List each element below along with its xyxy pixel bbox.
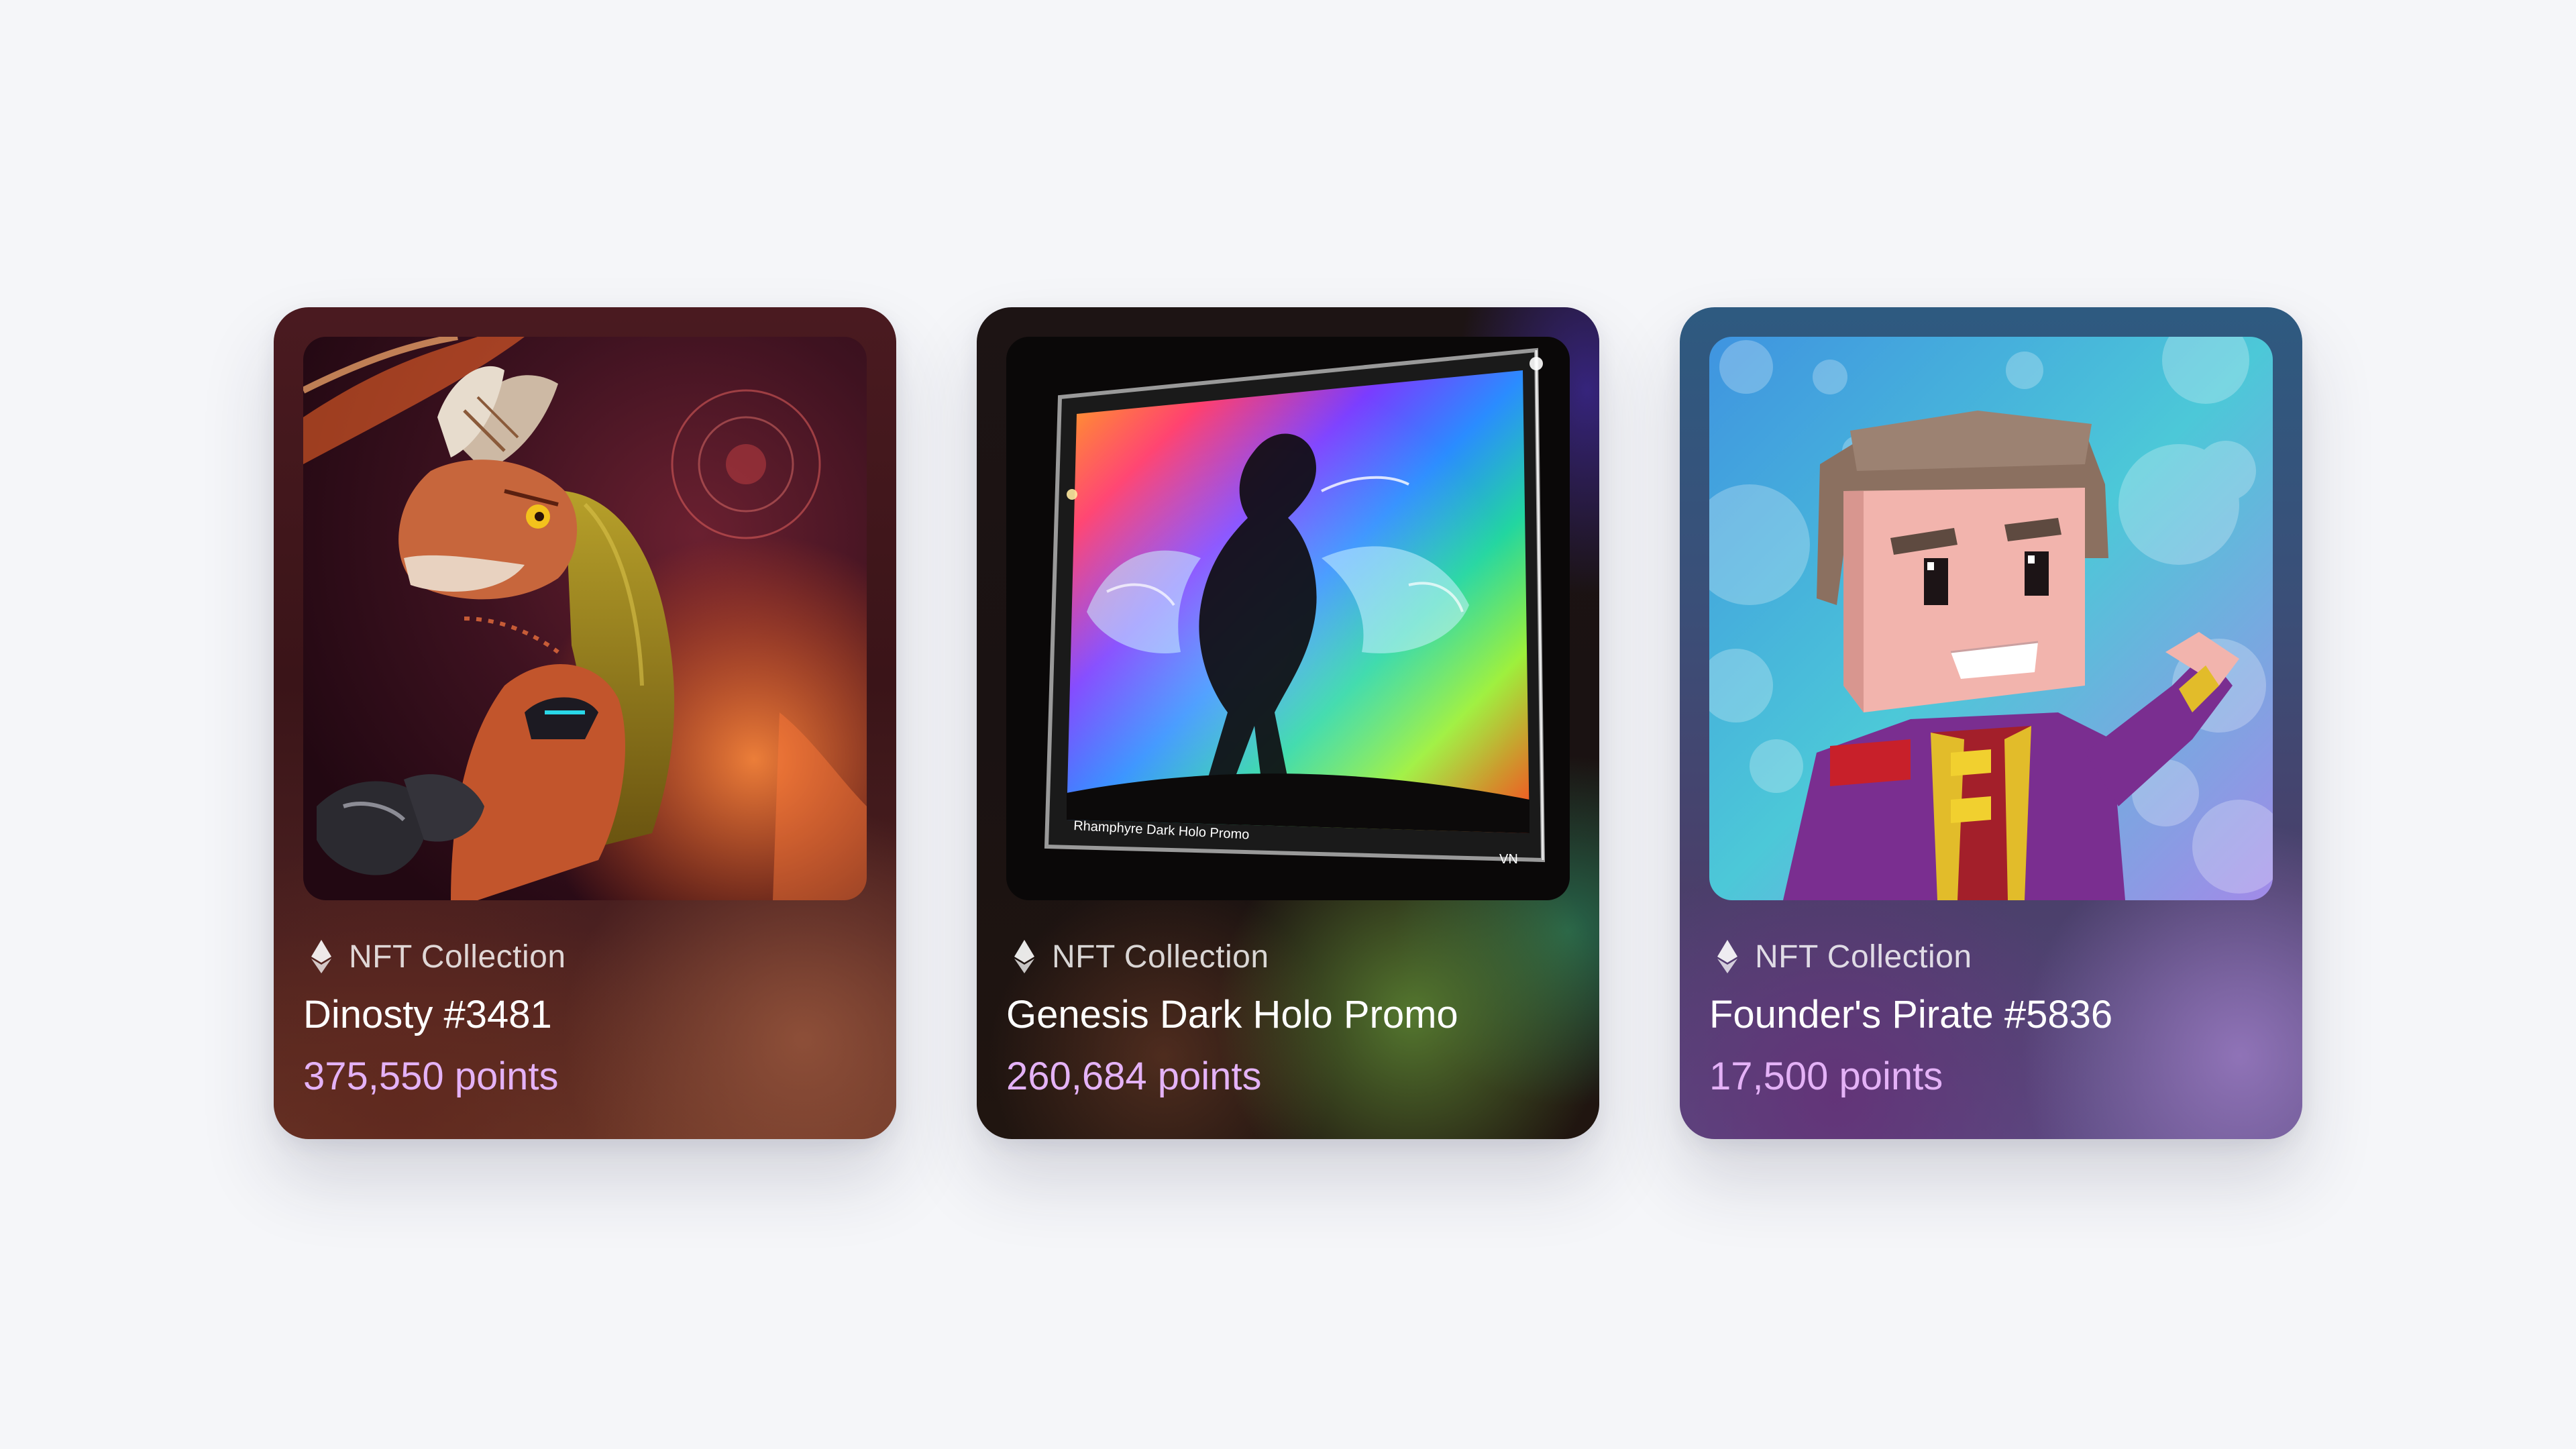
nft-card-founders-pirate[interactable]: NFT Collection Founder's Pirate #5836 17…	[1680, 307, 2302, 1139]
card-meta: NFT Collection Founder's Pirate #5836 17…	[1709, 936, 2273, 1100]
nft-card-dinosty[interactable]: NFT Collection Dinosty #3481 375,550 poi…	[274, 307, 896, 1139]
nft-artwork-holo-dragon[interactable]: Rhamphyre Dark Holo Promo VN	[1006, 337, 1570, 900]
nft-title: Genesis Dark Holo Promo	[1006, 993, 1458, 1036]
card-meta: NFT Collection Genesis Dark Holo Promo 2…	[1006, 936, 1570, 1100]
nft-artwork-dinosaur[interactable]	[303, 337, 867, 900]
collection-label: NFT Collection	[1755, 938, 1972, 975]
collection-row: NFT Collection	[303, 936, 867, 977]
nft-artwork-voxel-pirate[interactable]	[1709, 337, 2273, 900]
points-value: 260,684 points	[1006, 1055, 1262, 1098]
collection-row: NFT Collection	[1006, 936, 1570, 977]
collection-label: NFT Collection	[349, 938, 566, 975]
ethereum-icon	[311, 940, 331, 973]
points-value: 375,550 points	[303, 1055, 559, 1098]
art-corner-mark: VN	[1499, 852, 1518, 867]
collection-label: NFT Collection	[1052, 938, 1269, 975]
points-value: 17,500 points	[1709, 1055, 1943, 1098]
ethereum-icon	[1014, 940, 1034, 973]
nft-card-gallery: NFT Collection Dinosty #3481 375,550 poi…	[0, 0, 2576, 1449]
nft-title: Dinosty #3481	[303, 993, 552, 1036]
collection-row: NFT Collection	[1709, 936, 2273, 977]
nft-card-genesis-dark-holo[interactable]: Rhamphyre Dark Holo Promo VN NFT Collect…	[977, 307, 1599, 1139]
card-meta: NFT Collection Dinosty #3481 375,550 poi…	[303, 936, 867, 1100]
nft-title: Founder's Pirate #5836	[1709, 993, 2113, 1036]
ethereum-icon	[1717, 940, 1737, 973]
